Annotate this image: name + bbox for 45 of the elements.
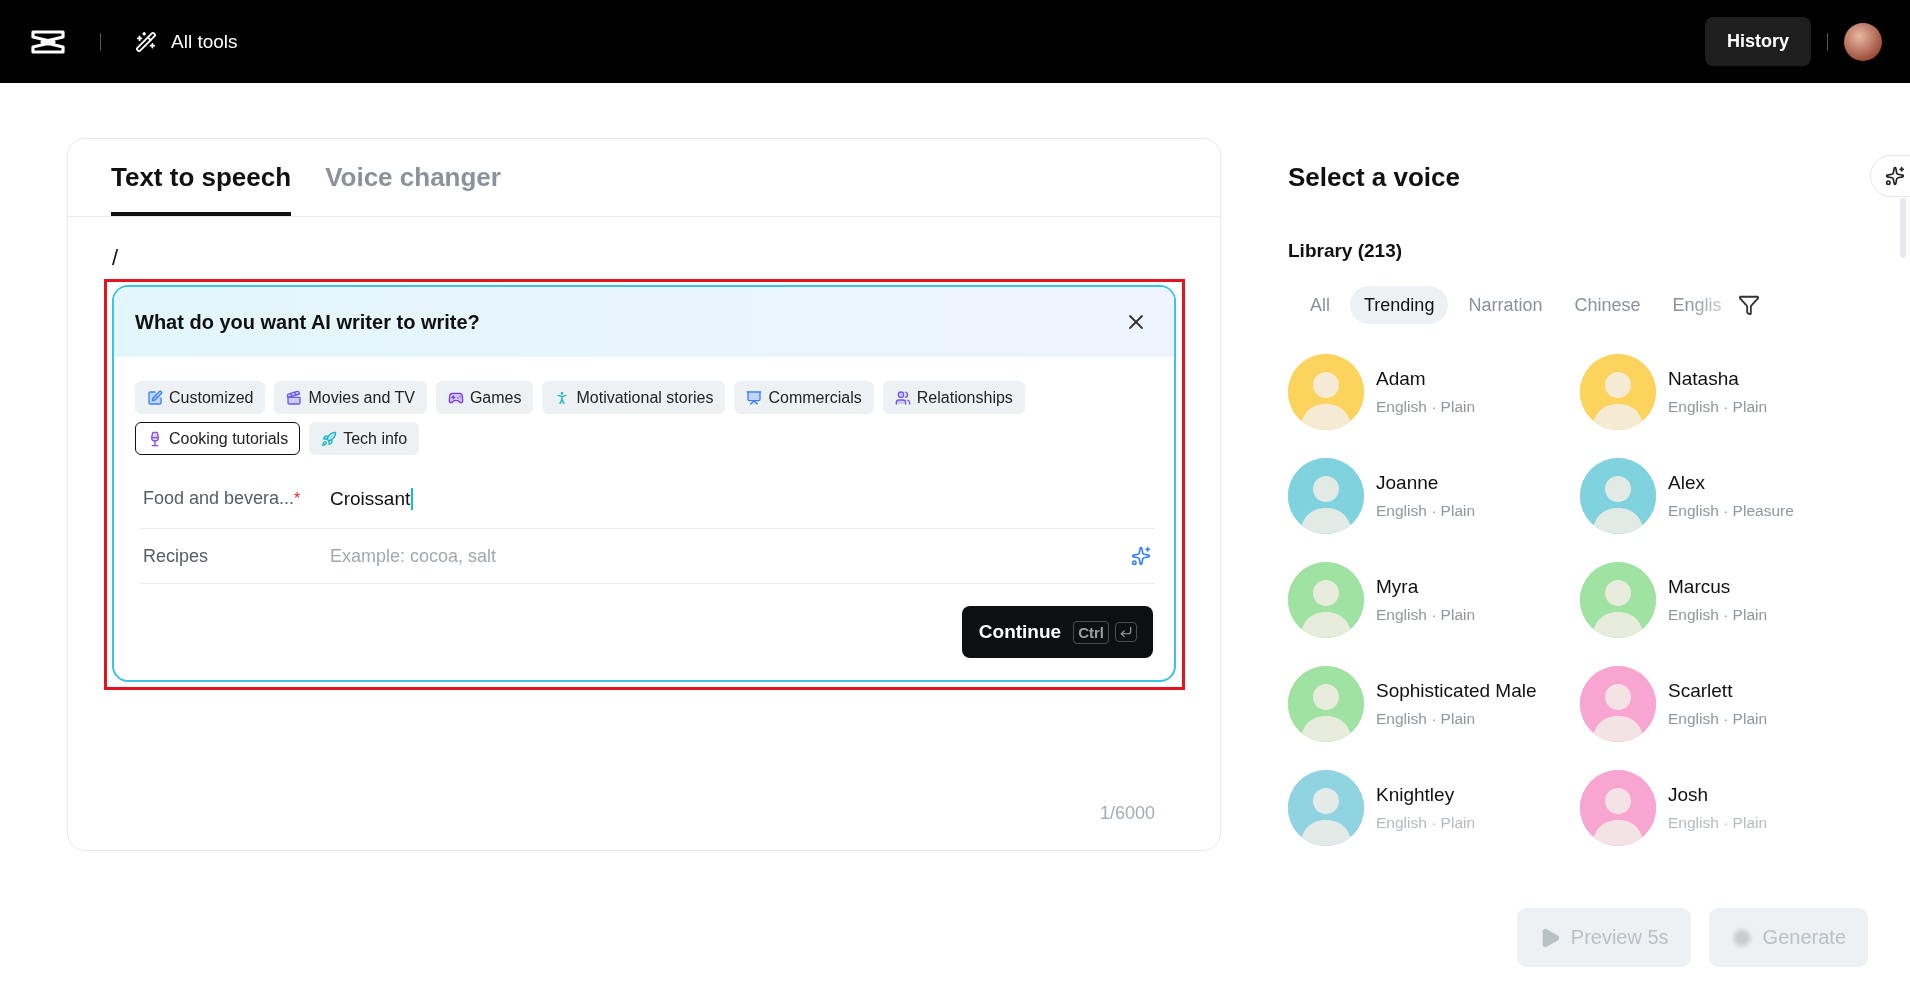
voice-item[interactable]: Sophisticated Male English · Plain [1288, 666, 1580, 742]
voice-item[interactable]: Natasha English · Plain [1580, 354, 1872, 430]
sparkle-icon[interactable] [1131, 546, 1151, 566]
user-avatar[interactable] [1844, 22, 1882, 61]
field-label: Recipes [142, 545, 210, 567]
sparkle-icon [1885, 166, 1905, 186]
text-input[interactable]: Example: cocoa, salt [330, 545, 1131, 567]
rocket-icon [321, 430, 338, 447]
text-input[interactable]: Croissant [330, 487, 1154, 510]
clapperboard-icon [286, 389, 303, 406]
history-button[interactable]: History [1705, 17, 1811, 66]
voice-item[interactable]: Myra English · Plain [1288, 562, 1580, 638]
category-chip[interactable]: Tech info [309, 422, 420, 455]
character-counter: 1/6000 [1099, 803, 1156, 824]
dialog-title: What do you want AI writer to write? [135, 310, 480, 334]
loading-icon [1730, 926, 1753, 949]
voice-item[interactable]: Adam English · Plain [1288, 354, 1580, 430]
category-chip[interactable]: Cooking tutorials [135, 422, 301, 455]
scrollbar[interactable] [1900, 198, 1906, 258]
enter-key-icon [1115, 622, 1137, 642]
tab[interactable]: Text to speech [111, 139, 292, 216]
voice-item[interactable]: Josh English · Plain [1580, 770, 1872, 846]
editor-text: / [111, 245, 120, 271]
voice-item[interactable]: Joanne English · Plain [1288, 458, 1580, 534]
edit-icon [147, 389, 163, 406]
category-chip[interactable]: Commercials [734, 381, 874, 414]
category-chip[interactable]: Customized [135, 381, 266, 414]
logo-icon[interactable] [30, 27, 66, 56]
library-title: Library (213) [1288, 240, 1403, 262]
filter-tab[interactable]: Trending [1350, 286, 1449, 324]
category-chip[interactable]: Motivational stories [542, 381, 726, 414]
users-icon [894, 389, 911, 406]
wand-icon [135, 30, 157, 53]
voice-item[interactable]: Knightley English · Plain [1288, 770, 1580, 846]
category-chip[interactable]: Movies and TV [274, 381, 427, 414]
voice-item[interactable]: Scarlett English · Plain [1580, 666, 1872, 742]
category-chip[interactable]: Relationships [882, 381, 1025, 414]
presentation-icon [746, 389, 763, 406]
continue-button[interactable]: Continue Ctrl [961, 606, 1153, 658]
all-tools-link[interactable]: All tools [135, 30, 238, 53]
voice-item[interactable]: Alex English · Pleasure [1580, 458, 1872, 534]
category-chip[interactable]: Games [435, 381, 534, 414]
voice-item[interactable]: Marcus English · Plain [1580, 562, 1872, 638]
field-label: Food and bevera...* [142, 488, 302, 509]
panel-title: Select a voice [1288, 161, 1460, 193]
